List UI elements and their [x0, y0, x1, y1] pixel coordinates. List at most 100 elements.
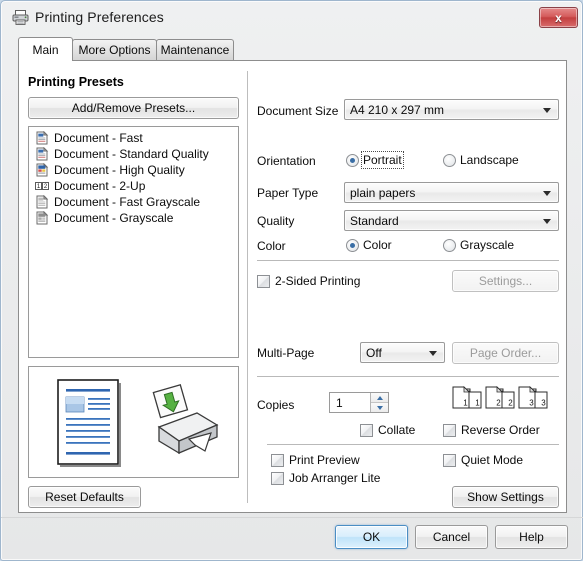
tab-maintenance[interactable]: Maintenance — [156, 39, 234, 60]
color-color-label: Color — [363, 238, 392, 252]
title-bar: Printing Preferences x — [1, 1, 583, 34]
spin-down-icon[interactable] — [371, 403, 388, 412]
list-item-label: Document - Fast Grayscale — [54, 195, 201, 209]
printing-preferences-window: Printing Preferences x Main More Options… — [0, 0, 583, 561]
quality-combo[interactable]: Standard — [344, 210, 559, 231]
copies-value: 1 — [336, 395, 343, 410]
multi-page-combo[interactable]: Off — [360, 342, 445, 363]
show-settings-button[interactable]: Show Settings — [452, 486, 559, 508]
list-item-label: Document - Grayscale — [54, 211, 174, 225]
orientation-portrait-label: Portrait — [361, 151, 404, 169]
list-item[interactable]: Document - Standard Quality — [29, 146, 238, 162]
svg-text:3: 3 — [541, 399, 546, 408]
cancel-button[interactable]: Cancel — [415, 525, 488, 549]
paper-type-combo[interactable]: plain papers — [344, 182, 559, 203]
document-standard-icon — [35, 146, 49, 161]
checkbox-indicator — [271, 453, 284, 467]
chevron-down-icon — [543, 107, 551, 113]
collate-label: Collate — [378, 423, 416, 437]
quality-label: Quality — [257, 214, 295, 228]
radio-indicator — [443, 153, 456, 167]
collate-checkbox[interactable]: Collate — [360, 423, 415, 437]
quiet-mode-label: Quiet Mode — [461, 453, 524, 467]
copies-label: Copies — [257, 398, 295, 412]
quiet-mode-checkbox[interactable]: Quiet Mode — [443, 453, 523, 467]
print-preview-label: Print Preview — [289, 453, 360, 467]
list-item[interactable]: Document - Grayscale — [29, 210, 238, 226]
presets-listbox[interactable]: Document - Fast Document - Standard Qual… — [28, 126, 239, 358]
list-item-label: Document - Standard Quality — [54, 147, 209, 161]
page-order-button[interactable]: Page Order... — [452, 342, 559, 364]
orientation-landscape-radio[interactable]: Landscape — [443, 153, 519, 167]
print-preview-illustration — [28, 366, 239, 478]
paper-type-value: plain papers — [350, 185, 416, 200]
color-grayscale-radio[interactable]: Grayscale — [443, 238, 514, 252]
document-size-value: A4 210 x 297 mm — [350, 102, 445, 117]
printing-presets-heading: Printing Presets — [28, 75, 124, 89]
paper-type-label: Paper Type — [257, 186, 319, 200]
orientation-portrait-radio[interactable]: Portrait — [346, 151, 404, 169]
color-grayscale-label: Grayscale — [460, 238, 515, 252]
svg-text:1: 1 — [475, 399, 480, 408]
job-arranger-lite-checkbox[interactable]: Job Arranger Lite — [271, 471, 380, 485]
checkbox-indicator — [257, 274, 270, 288]
document-size-label: Document Size — [257, 104, 339, 118]
list-item[interactable]: 1 2 Document - 2-Up — [29, 178, 238, 194]
main-tab-panel: Printing Presets Add/Remove Presets... D… — [18, 60, 567, 513]
column-divider — [247, 71, 248, 503]
radio-indicator — [443, 238, 456, 252]
copies-stepper[interactable]: 1 — [329, 392, 389, 413]
checkbox-indicator — [360, 423, 373, 437]
document-2up-icon: 1 2 — [35, 179, 49, 193]
print-preview-checkbox[interactable]: Print Preview — [271, 453, 360, 467]
document-grayscale-icon — [35, 210, 49, 225]
tab-main[interactable]: Main — [18, 37, 73, 61]
printer-output-icon — [149, 383, 221, 466]
svg-text:2: 2 — [496, 399, 501, 408]
document-fast-grayscale-icon — [35, 194, 49, 209]
copies-spin-buttons[interactable] — [370, 393, 388, 412]
svg-text:1: 1 — [463, 399, 468, 408]
list-item[interactable]: Document - Fast Grayscale — [29, 194, 238, 210]
close-button[interactable]: x — [539, 7, 578, 28]
chevron-down-icon — [429, 350, 437, 356]
job-arranger-lite-label: Job Arranger Lite — [289, 471, 381, 485]
separator-top — [257, 260, 559, 261]
checkbox-indicator — [443, 423, 456, 437]
color-color-radio[interactable]: Color — [346, 238, 392, 252]
radio-indicator — [346, 153, 359, 167]
list-item[interactable]: Document - Fast — [29, 130, 238, 146]
chevron-down-icon — [543, 190, 551, 196]
list-item[interactable]: Document - High Quality — [29, 162, 238, 178]
separator-copies — [267, 444, 559, 445]
help-button[interactable]: Help — [495, 525, 568, 549]
close-icon: x — [555, 10, 562, 25]
svg-text:2: 2 — [508, 399, 513, 408]
printer-icon — [12, 10, 29, 25]
list-item-label: Document - 2-Up — [54, 179, 146, 193]
document-size-combo[interactable]: A4 210 x 297 mm — [344, 99, 559, 120]
chevron-down-icon — [543, 218, 551, 224]
spin-up-icon[interactable] — [371, 393, 388, 403]
tab-strip: Main More Options Maintenance — [18, 37, 567, 61]
multi-page-label: Multi-Page — [257, 346, 315, 360]
multi-page-value: Off — [366, 345, 382, 360]
copy-order-icons: 1 1 2 2 3 3 — [448, 386, 560, 419]
tab-more-options[interactable]: More Options — [72, 39, 157, 60]
two-sided-printing-label: 2-Sided Printing — [275, 274, 361, 288]
two-sided-settings-button[interactable]: Settings... — [452, 270, 559, 292]
reverse-order-label: Reverse Order — [461, 423, 540, 437]
svg-text:3: 3 — [529, 399, 534, 408]
orientation-landscape-label: Landscape — [460, 153, 519, 167]
reverse-order-checkbox[interactable]: Reverse Order — [443, 423, 540, 437]
two-sided-printing-checkbox[interactable]: 2-Sided Printing — [257, 274, 360, 288]
window-title: Printing Preferences — [35, 9, 164, 25]
list-item-label: Document - Fast — [54, 131, 143, 145]
add-remove-presets-button[interactable]: Add/Remove Presets... — [28, 97, 239, 119]
orientation-label: Orientation — [257, 154, 316, 168]
reset-defaults-button[interactable]: Reset Defaults — [28, 486, 141, 508]
ok-button[interactable]: OK — [335, 525, 408, 549]
radio-indicator — [346, 238, 359, 252]
footer-separator — [1, 517, 583, 518]
checkbox-indicator — [443, 453, 456, 467]
